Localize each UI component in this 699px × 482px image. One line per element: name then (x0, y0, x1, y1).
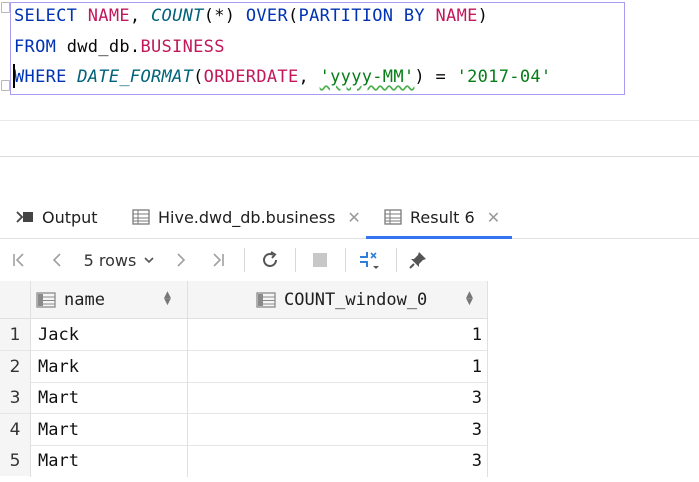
fn-count: COUNT (151, 6, 204, 26)
table-row[interactable]: 5 Mart 3 (0, 445, 487, 476)
ident-orderdate: ORDERDATE (203, 67, 299, 87)
table-row[interactable]: 3 Mart 3 (0, 382, 487, 414)
cell-name[interactable]: Jack (38, 319, 183, 350)
code-line-1: SELECT NAME, COUNT(*) OVER(PARTITION BY … (14, 1, 488, 31)
column-divider (30, 281, 31, 477)
column-header-count-window[interactable]: COUNT_window_0 (256, 281, 476, 318)
refresh-icon[interactable] (256, 240, 284, 280)
cell-name[interactable]: Mart (38, 445, 183, 476)
fold-marker-icon[interactable] (1, 2, 10, 13)
sort-icon[interactable]: ▲ ▼ (466, 291, 473, 307)
row-number: 3 (0, 382, 30, 413)
punct: (*) (203, 6, 236, 26)
close-icon[interactable]: ✕ (347, 208, 360, 227)
results-toolbar: 5 rows (0, 240, 699, 280)
grid-header: name ▲ ▼ COUNT_window_0 ▲ ▼ (0, 281, 487, 319)
string-value: '2017-04' (456, 67, 552, 87)
column-divider[interactable] (187, 281, 188, 477)
cell-count[interactable]: 1 (190, 351, 482, 382)
active-tab-indicator (366, 236, 512, 239)
column-icon (36, 291, 56, 308)
tab-output[interactable]: Output (16, 198, 98, 236)
editor-gutter (0, 0, 10, 120)
table-row[interactable]: 2 Mark 1 (0, 351, 487, 383)
column-icon (256, 291, 276, 308)
divider (0, 120, 699, 121)
close-icon[interactable]: ✕ (487, 208, 500, 227)
cell-name[interactable]: Mart (38, 414, 183, 445)
kw-over: OVER (245, 6, 288, 26)
schema-name: dwd_db (66, 37, 130, 57)
toolbar-separator (345, 248, 346, 272)
kw-partition-by: PARTITION BY (298, 6, 425, 26)
cell-name[interactable]: Mart (38, 382, 183, 413)
fold-marker-icon[interactable] (1, 80, 10, 91)
sort-icon[interactable]: ▲ ▼ (164, 291, 171, 307)
first-page-icon[interactable] (6, 240, 32, 280)
prev-page-icon[interactable] (44, 240, 70, 280)
ident-name-2: NAME (435, 6, 478, 26)
punct: . (129, 37, 141, 57)
cell-count[interactable]: 3 (190, 414, 482, 445)
ident-name: NAME (87, 6, 130, 26)
table-icon (132, 209, 150, 225)
results-tab-bar: Output Hive.dwd_db.business ✕ Result 6 ✕ (0, 198, 699, 236)
cell-count[interactable]: 1 (190, 319, 482, 350)
row-number: 2 (0, 351, 30, 382)
tab-result-6[interactable]: Result 6 ✕ (384, 198, 500, 236)
stop-icon[interactable] (306, 240, 334, 280)
table-icon (384, 209, 402, 225)
column-label: COUNT_window_0 (284, 289, 428, 310)
cell-count[interactable]: 3 (190, 445, 482, 476)
string-format: 'yyyy-MM' (319, 67, 415, 87)
row-number: 5 (0, 445, 30, 476)
punct: ) (477, 6, 489, 26)
toolbar-separator (396, 248, 397, 272)
cell-name[interactable]: Mark (38, 351, 183, 382)
sql-editor[interactable]: SELECT NAME, COUNT(*) OVER(PARTITION BY … (0, 0, 699, 120)
punct: ) (414, 67, 425, 87)
compare-icon[interactable] (354, 240, 384, 280)
kw-where: WHERE (14, 67, 67, 87)
punct: ( (193, 67, 204, 87)
next-page-icon[interactable] (168, 240, 194, 280)
tab-label: Output (42, 207, 98, 227)
chevron-down-icon (144, 257, 154, 264)
output-icon (16, 211, 33, 223)
row-number: 1 (0, 319, 30, 350)
code-line-2: FROM dwd_db.BUSINESS (14, 32, 225, 62)
column-divider[interactable] (487, 281, 488, 477)
tab-bar-border (0, 238, 699, 239)
kw-select: SELECT (14, 6, 78, 26)
row-number: 4 (0, 414, 30, 445)
column-label: name (64, 289, 105, 310)
punct: ( (287, 6, 299, 26)
tab-label: Hive.dwd_db.business (158, 207, 336, 227)
toolbar-separator (244, 248, 245, 272)
table-row[interactable]: 1 Jack 1 (0, 319, 487, 351)
kw-from: FROM (14, 37, 57, 57)
code-line-3: WHERE DATE_FORMAT(ORDERDATE, 'yyyy-MM') … (14, 62, 551, 92)
operator-eq: = (435, 67, 447, 87)
table-name: BUSINESS (140, 37, 225, 57)
last-page-icon[interactable] (205, 240, 231, 280)
punct: , (298, 67, 310, 87)
panel-splitter[interactable] (0, 156, 699, 157)
tab-label: Result 6 (410, 207, 475, 227)
rows-per-page-dropdown[interactable]: 5 rows (80, 240, 160, 280)
punct: , (129, 6, 141, 26)
table-row[interactable]: 4 Mart 3 (0, 414, 487, 446)
pin-icon[interactable] (404, 240, 432, 280)
fn-date-format: DATE_FORMAT (77, 67, 194, 87)
tab-business-table[interactable]: Hive.dwd_db.business ✕ (132, 198, 361, 236)
text-caret (13, 64, 15, 88)
rows-count-label: 5 rows (83, 250, 137, 270)
cell-count[interactable]: 3 (190, 382, 482, 413)
toolbar-separator (295, 248, 296, 272)
